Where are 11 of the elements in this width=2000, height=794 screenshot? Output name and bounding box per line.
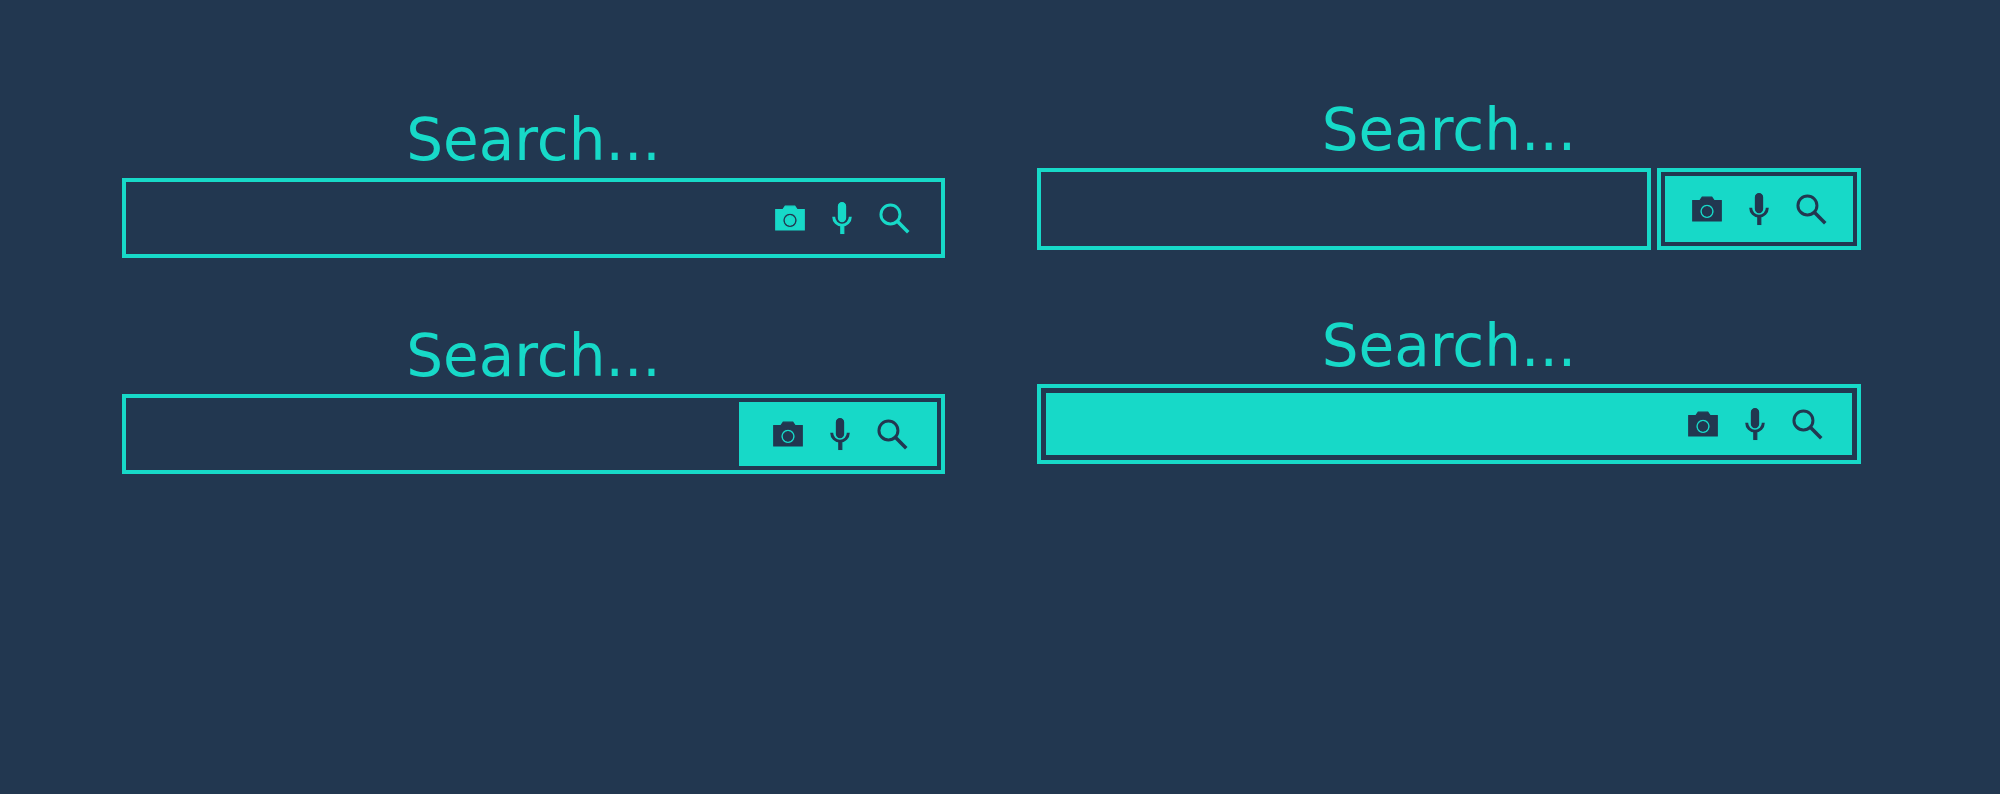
search-field[interactable] [1037, 168, 1651, 250]
search-label: Search... [1321, 95, 1577, 166]
search-field[interactable] [122, 178, 945, 258]
search-field[interactable] [122, 394, 945, 474]
icon-panel[interactable] [1046, 393, 1852, 455]
icon-panel[interactable] [739, 402, 937, 466]
search-label: Search... [406, 105, 661, 176]
search-label: Search... [1321, 311, 1577, 382]
search-button[interactable] [1657, 168, 1861, 250]
search-field[interactable] [1037, 384, 1861, 464]
search-label: Search... [406, 321, 661, 392]
